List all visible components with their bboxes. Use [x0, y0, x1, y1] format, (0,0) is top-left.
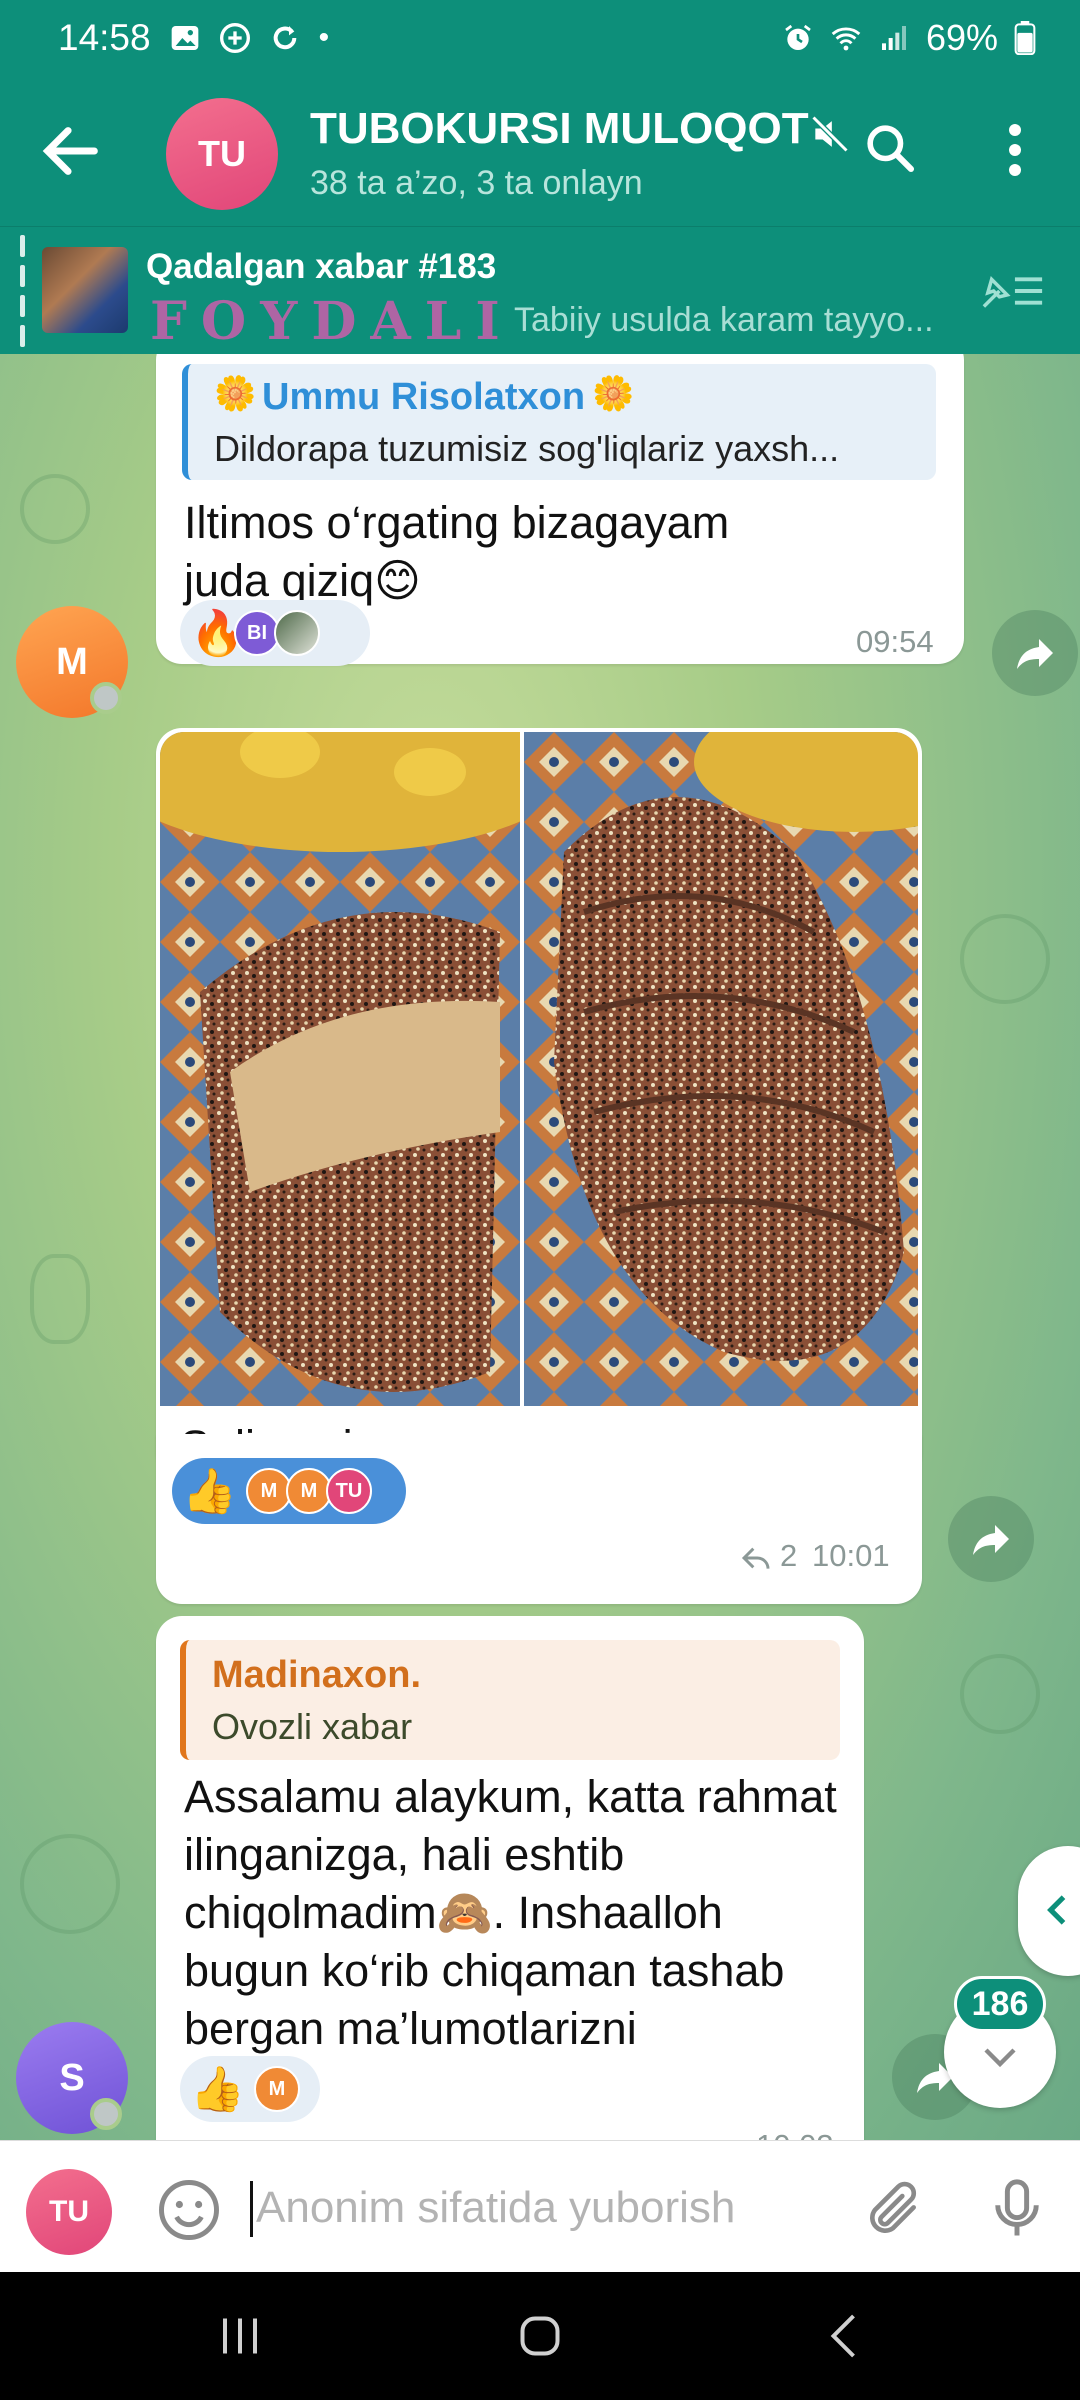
- wallpaper-doodle: [960, 914, 1050, 1004]
- thumbs-up-reaction-icon: 👍: [190, 2065, 245, 2114]
- home-icon[interactable]: [510, 2306, 570, 2366]
- pinned-list-icon[interactable]: [980, 271, 1046, 311]
- forward-button[interactable]: [992, 610, 1078, 696]
- status-bar: 14:58 • 69%: [0, 0, 1080, 76]
- message-bubble[interactable]: Madinaxon. Ovozli xabar Assalamu alaykum…: [156, 1616, 864, 2140]
- pinned-preview: Tabiiy usulda karam tayyo...: [514, 301, 934, 339]
- status-dot: [90, 2098, 122, 2130]
- chat-title[interactable]: TUBOKURSI MULOQOT: [310, 104, 810, 154]
- reactor-avatar: TU: [326, 1468, 372, 1514]
- wallpaper-doodle: [20, 474, 90, 544]
- sender-avatar-initial: S: [59, 2056, 85, 2099]
- pinned-indicator: [20, 235, 26, 347]
- chat-header: TU TUBOKURSI MULOQOT 38 ta a’zo, 3 ta on…: [0, 76, 1080, 226]
- send-as-avatar-initials: TU: [49, 2195, 89, 2228]
- reply-preview[interactable]: Madinaxon. Ovozli xabar: [180, 1640, 840, 1760]
- status-time: 14:58: [58, 17, 151, 58]
- back-arrow-icon[interactable]: [36, 116, 106, 186]
- reply-emoji-flower-icon: 🌼: [214, 375, 257, 413]
- text-caret: [250, 2181, 253, 2237]
- message-text: Iltimos o‘rgating bizagayam juda qiziq😊: [184, 497, 730, 606]
- battery-icon: [1014, 21, 1036, 55]
- bread-photo-image: [160, 732, 520, 1406]
- pinned-message-bar[interactable]: Qadalgan xabar #183 FOYDALI Tabiiy usuld…: [0, 226, 1080, 354]
- muted-icon: [811, 115, 849, 153]
- reaction-chip[interactable]: 👍 M M TU: [172, 1458, 406, 1524]
- message-time: 10:01: [812, 1538, 890, 1573]
- pinned-title: Qadalgan xabar #183: [146, 247, 497, 286]
- alarm-icon: [785, 24, 811, 50]
- battery-percent: 69%: [925, 17, 998, 58]
- reactor-avatar: [274, 610, 320, 656]
- chat-area[interactable]: 🌼 Ummu Risolatxon 🌼 Dildorapa tuzumisiz …: [0, 354, 1080, 2140]
- recent-apps-icon[interactable]: [210, 2306, 270, 2366]
- add-notification-icon: [219, 23, 250, 53]
- chevron-left-icon: [1047, 1895, 1066, 1925]
- chat-subtitle: 38 ta a’zo, 3 ta onlayn: [310, 164, 643, 202]
- replies-icon[interactable]: [740, 1542, 772, 1574]
- reply-sender-name: Ummu Risolatxon: [262, 376, 586, 418]
- message-input[interactable]: [256, 2177, 816, 2239]
- photo-bread-2[interactable]: [524, 732, 918, 1406]
- gallery-notification-icon: [171, 26, 198, 50]
- message-time: 09:54: [856, 624, 934, 659]
- sync-notification-icon: [273, 26, 296, 50]
- send-as-avatar[interactable]: TU: [26, 2169, 112, 2255]
- chevron-down-icon: [984, 2048, 1016, 2068]
- reply-sender-name: Madinaxon.: [212, 1654, 422, 1696]
- nav-back-icon[interactable]: [816, 2306, 876, 2366]
- reply-text: Ovozli xabar: [212, 1706, 413, 1747]
- emoji-icon[interactable]: [156, 2177, 222, 2243]
- unread-count-badge: 186: [954, 1976, 1046, 2032]
- system-navigation-bar: [0, 2272, 1080, 2400]
- thumbs-up-reaction-icon: 👍: [182, 1467, 237, 1516]
- reply-text: Dildorapa tuzumisiz sog'liqlariz yaxsh..…: [214, 428, 840, 469]
- message-time: 10:03: [756, 2128, 834, 2140]
- photo-message-bubble[interactable]: Suli noni: [156, 728, 922, 1478]
- signal-icon: [881, 26, 906, 50]
- status-dot: [90, 682, 122, 714]
- photo-message-footer: 👍 M M TU 2 10:01: [156, 1434, 922, 1604]
- pinned-thumbnail: [42, 247, 128, 333]
- message-bubble[interactable]: 🌼 Ummu Risolatxon 🌼 Dildorapa tuzumisiz …: [156, 354, 964, 666]
- message-text: Assalamu alaykum, katta rahmat ilinganiz…: [184, 1771, 837, 2054]
- search-icon[interactable]: [862, 120, 918, 176]
- fire-reaction-icon: 🔥: [190, 609, 245, 658]
- message-input-bar: TU: [0, 2140, 1080, 2272]
- forward-button[interactable]: [948, 1496, 1034, 1582]
- wifi-icon: [831, 27, 861, 51]
- group-avatar-initials: TU: [198, 133, 246, 174]
- attach-icon[interactable]: [862, 2177, 924, 2243]
- bread-photo-image: [524, 732, 918, 1406]
- sender-avatar-initial: M: [56, 640, 88, 683]
- group-avatar[interactable]: TU: [166, 98, 278, 210]
- reaction-chip[interactable]: 🔥 BI: [180, 600, 370, 666]
- wallpaper-doodle: [20, 1834, 120, 1934]
- forward-icon: [1017, 639, 1053, 669]
- reactor-avatar: M: [254, 2066, 300, 2112]
- photo-bread-1[interactable]: [160, 732, 520, 1406]
- pinned-banner-text: FOYDALI: [150, 291, 514, 352]
- forward-icon: [973, 1525, 1009, 1555]
- reply-emoji-flower-icon: 🌼: [592, 375, 635, 413]
- wallpaper-doodle: [960, 1654, 1040, 1734]
- more-options-icon[interactable]: [1000, 120, 1030, 180]
- replies-count[interactable]: 2: [780, 1538, 797, 1574]
- reply-preview[interactable]: 🌼 Ummu Risolatxon 🌼 Dildorapa tuzumisiz …: [182, 364, 936, 480]
- reaction-chip[interactable]: 👍 M: [180, 2056, 320, 2122]
- status-dot: •: [318, 21, 330, 54]
- wallpaper-doodle: [30, 1254, 90, 1344]
- microphone-icon[interactable]: [984, 2173, 1050, 2243]
